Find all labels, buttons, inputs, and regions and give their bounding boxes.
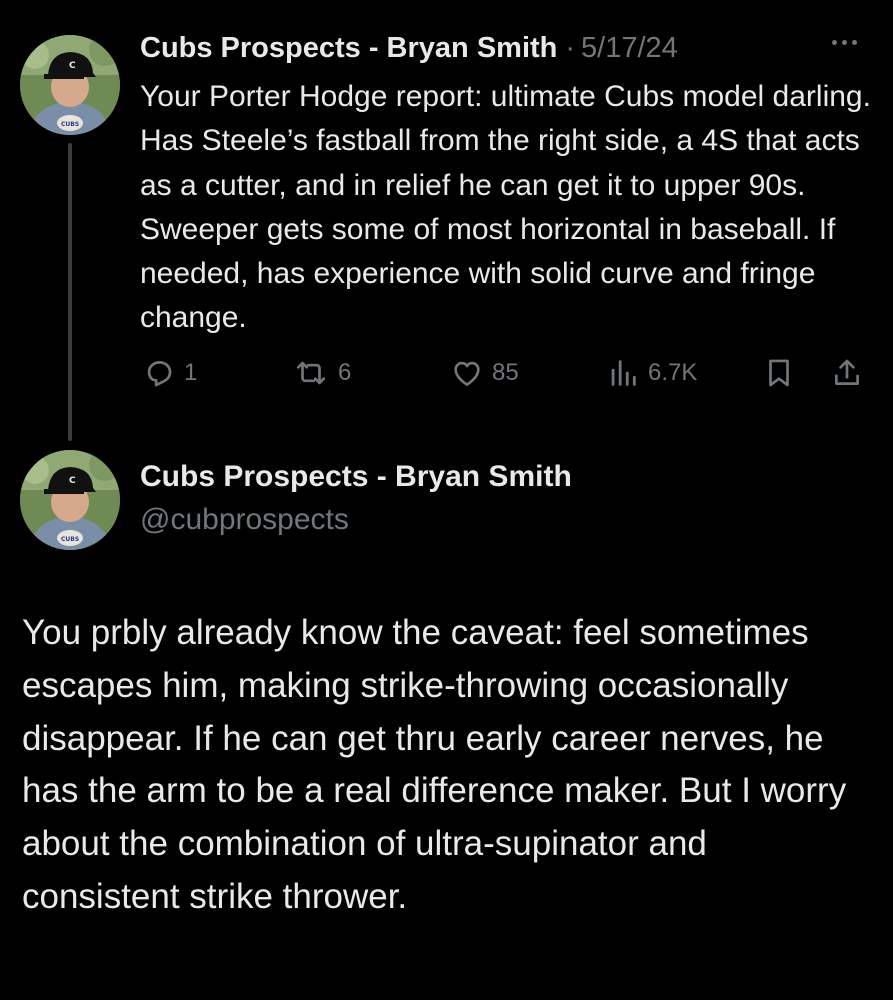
share-icon [835,359,859,385]
tweet-header: Cubs Prospects - Bryan Smith · 5/17/24 [140,28,678,68]
tweet-text: Your Porter Hodge report: ultimate Cubs … [140,80,871,335]
repost-icon [296,361,326,385]
tweet-actions: 1 6 85 6.7K [140,352,870,394]
reply-icon [147,361,172,387]
reply-button[interactable]: 1 [142,352,197,394]
avatar[interactable]: C CUBS [20,450,120,550]
author-name[interactable]: Cubs Prospects - Bryan Smith [140,460,572,494]
repost-button[interactable]: 6 [292,352,351,394]
bookmark-icon [769,359,789,387]
heart-icon [454,361,480,386]
cap-logo: C [69,61,76,71]
repost-count: 6 [338,359,352,386]
tweet-text: You prbly already know the caveat: feel … [22,613,847,916]
avatar[interactable]: C CUBS [20,35,120,135]
views-icon [611,360,636,386]
header-separator: · [565,31,576,64]
shirt-logo: CUBS [61,536,79,543]
author-handle[interactable]: @cubprospects [140,503,349,537]
tweet-date[interactable]: 5/17/24 [581,32,678,65]
more-icon[interactable] [832,40,857,45]
avatar-image: C CUBS [20,35,120,135]
views-count: 6.7K [648,359,698,386]
like-button[interactable]: 85 [450,352,519,394]
bookmark-button[interactable] [762,352,804,394]
reply-count: 1 [184,359,198,386]
cap-logo: C [69,476,76,486]
like-count: 85 [492,359,519,386]
share-button[interactable] [830,352,872,394]
views-button[interactable]: 6.7K [606,352,697,394]
avatar-image: C CUBS [20,450,120,550]
shirt-logo: CUBS [61,121,79,128]
thread-connector-line [68,143,72,441]
author-name[interactable]: Cubs Prospects - Bryan Smith [140,32,557,65]
